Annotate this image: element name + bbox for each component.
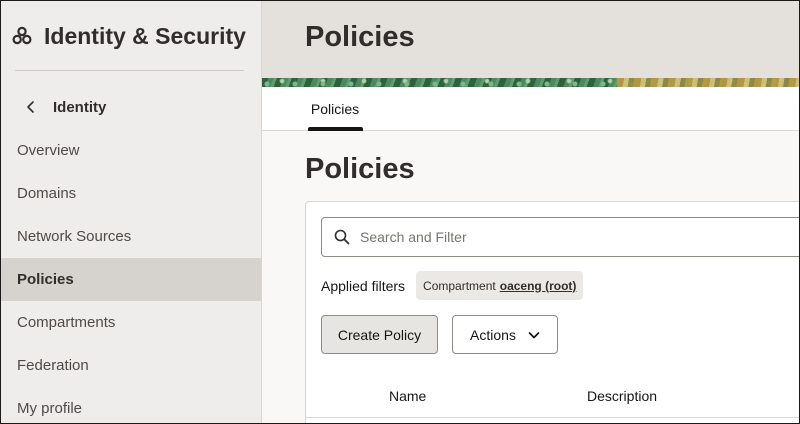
app-window: Identity & Security Identity Overview Do… xyxy=(0,0,800,424)
filter-chip-key: Compartment xyxy=(423,278,496,293)
applied-filters-label: Applied filters xyxy=(321,277,406,294)
column-header-name[interactable]: Name xyxy=(389,388,426,404)
applied-filters: Applied filters Compartment oaceng (root… xyxy=(321,271,584,300)
create-policy-button[interactable]: Create Policy xyxy=(321,315,438,354)
sidebar-item-domains[interactable]: Domains xyxy=(1,172,261,215)
oci-logo-icon xyxy=(12,26,32,45)
sidebar-item-compartments[interactable]: Compartments xyxy=(1,301,261,344)
page-title: Policies xyxy=(305,153,415,185)
actions-menu-button[interactable]: Actions xyxy=(452,315,558,354)
sidebar-item-network-sources[interactable]: Network Sources xyxy=(1,215,261,258)
compartment-filter-chip[interactable]: Compartment oaceng (root) xyxy=(416,271,584,300)
sidebar-divider xyxy=(15,70,244,71)
back-to-identity-link[interactable]: Identity xyxy=(23,94,106,120)
sidebar-header: Identity & Security xyxy=(12,21,246,51)
policies-table-header: Name Description xyxy=(306,372,799,418)
tab-bar: Policies xyxy=(262,87,799,131)
search-icon xyxy=(334,229,350,245)
sidebar-title: Identity & Security xyxy=(44,22,246,49)
chevron-left-icon xyxy=(27,101,34,113)
decorative-banner-accent xyxy=(617,78,799,87)
page-header-title: Policies xyxy=(305,21,415,53)
tab-policies[interactable]: Policies xyxy=(308,87,362,131)
back-link-label: Identity xyxy=(53,98,107,116)
actions-button-label: Actions xyxy=(470,326,516,343)
search-input[interactable] xyxy=(360,229,780,245)
active-tab-indicator xyxy=(308,127,363,131)
main-content: Policies Policies Policies Applied filte… xyxy=(262,1,799,423)
sidebar-item-federation[interactable]: Federation xyxy=(1,344,261,387)
page-header: Policies xyxy=(262,1,799,78)
chevron-down-icon xyxy=(528,331,540,338)
sidebar-item-overview[interactable]: Overview xyxy=(1,129,261,172)
search-box[interactable] xyxy=(321,217,799,257)
sidebar-item-my-profile[interactable]: My profile xyxy=(1,387,261,423)
sidebar-nav: Overview Domains Network Sources Policie… xyxy=(1,129,261,423)
column-header-description[interactable]: Description xyxy=(587,388,657,404)
filter-chip-value[interactable]: oaceng (root) xyxy=(500,279,577,293)
policies-panel: Applied filters Compartment oaceng (root… xyxy=(305,201,799,423)
sidebar: Identity & Security Identity Overview Do… xyxy=(1,1,262,423)
sidebar-item-policies[interactable]: Policies xyxy=(1,258,261,301)
